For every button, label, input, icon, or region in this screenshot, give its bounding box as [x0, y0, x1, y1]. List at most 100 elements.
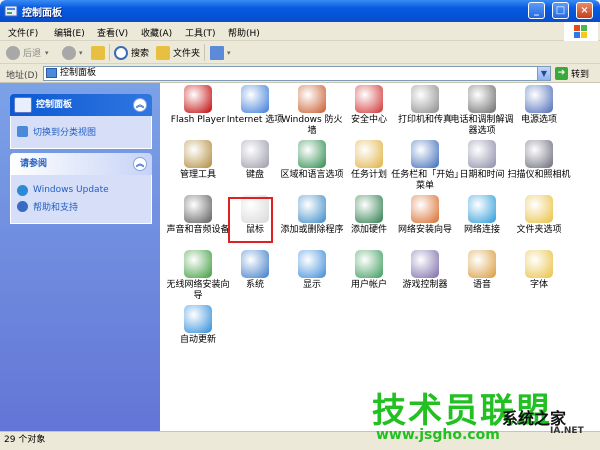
control-panel-icon	[46, 68, 57, 78]
help-support-link[interactable]: 帮助和支持	[17, 199, 145, 213]
link-label: 切换到分类视图	[33, 127, 97, 138]
watermark-tag2: IA.NET	[550, 426, 584, 436]
views-dropdown-icon: ▾	[227, 48, 231, 57]
panel-body: 切换到分类视图	[10, 116, 152, 149]
folder-options-icon	[525, 195, 553, 223]
up-folder-button[interactable]	[91, 44, 108, 61]
status-text: 29 个对象	[4, 435, 46, 445]
collapse-chevron-icon[interactable]: ︽	[133, 98, 147, 112]
menu-tools[interactable]: 工具(T)	[185, 26, 216, 39]
item-label: 文件夹选项	[516, 225, 562, 235]
flash-icon	[184, 85, 212, 113]
menu-view[interactable]: 查看(V)	[97, 26, 128, 39]
link-label: Windows Update	[33, 185, 109, 195]
windows-update-icon	[17, 184, 28, 196]
toolbar: 后退 ▾ ▾ 搜索 文件夹 ▾	[0, 41, 600, 64]
network-connections-icon	[468, 195, 496, 223]
back-label: 后退	[23, 49, 42, 59]
sound-icon	[184, 195, 212, 223]
scanner-camera-icon	[525, 140, 553, 168]
panel-header[interactable]: 控制面板 ︽	[10, 94, 152, 116]
watermark: 技术员联盟 www.jsgho.com 系统之家 IA.NET	[372, 383, 600, 445]
fonts-icon	[525, 250, 553, 278]
panel-header[interactable]: 请参阅 ︽	[10, 153, 152, 175]
auto-update-icon	[184, 305, 212, 333]
security-center-icon	[355, 85, 383, 113]
address-label: 地址(D)	[6, 71, 38, 81]
link-label: 帮助和支持	[33, 202, 79, 213]
forward-button[interactable]: ▾	[62, 44, 83, 61]
folder-icon	[156, 45, 170, 60]
watermark-url: www.jsgho.com	[376, 427, 500, 443]
item-label: 电源选项	[520, 115, 557, 125]
control-panel-item[interactable]: 自动更新	[164, 305, 232, 346]
menu-bar: 文件(F) 编辑(E) 查看(V) 收藏(A) 工具(T) 帮助(H)	[0, 22, 600, 41]
control-panel-icon	[14, 97, 32, 113]
item-label: 自动更新	[179, 335, 216, 345]
control-panel-item[interactable]: 文件夹选项	[505, 195, 573, 236]
keyboard-icon	[241, 140, 269, 168]
taskbar-icon	[411, 140, 439, 168]
control-panel-item[interactable]: 扫描仪和照相机	[505, 140, 573, 181]
up-folder-icon	[91, 45, 105, 60]
search-label: 搜索	[131, 49, 150, 59]
folders-label: 文件夹	[173, 49, 201, 59]
menu-edit[interactable]: 编辑(E)	[54, 26, 85, 39]
speech-icon	[468, 250, 496, 278]
panel-body: Windows Update 帮助和支持	[10, 175, 152, 224]
game-controller-icon	[411, 250, 439, 278]
system-icon	[241, 250, 269, 278]
add-hardware-icon	[355, 195, 383, 223]
address-bar: 地址(D) 控制面板 ▼ ➔ 转到	[0, 64, 600, 83]
minimize-button[interactable]: _	[528, 2, 545, 19]
control-panel-icon	[4, 4, 18, 18]
menu-help[interactable]: 帮助(H)	[228, 26, 260, 39]
search-button[interactable]: 搜索	[114, 44, 149, 61]
switch-category-view-link[interactable]: 切换到分类视图	[17, 124, 145, 138]
control-panel-panel: 控制面板 ︽ 切换到分类视图	[10, 94, 152, 149]
windows-logo-icon	[564, 22, 598, 41]
user-accounts-icon	[355, 250, 383, 278]
display-icon	[298, 250, 326, 278]
views-icon	[210, 45, 224, 60]
firewall-icon	[298, 85, 326, 113]
title-bar: 控制面板 _ □ ×	[0, 0, 600, 22]
panel-title: 请参阅	[20, 159, 48, 169]
task-pane: 控制面板 ︽ 切换到分类视图 请参阅 ︽ Windows Update 帮助和支…	[0, 83, 160, 431]
chevron-down-icon[interactable]: ▼	[537, 67, 550, 80]
views-button[interactable]: ▾	[210, 44, 231, 61]
go-button[interactable]: ➔ 转到	[555, 66, 589, 81]
item-label: 字体	[529, 280, 548, 290]
menu-file[interactable]: 文件(F)	[8, 26, 38, 39]
power-icon	[525, 85, 553, 113]
address-value: 控制面板	[60, 68, 97, 78]
back-arrow-icon	[6, 45, 20, 60]
back-dropdown-icon: ▾	[45, 48, 49, 57]
close-button[interactable]: ×	[576, 2, 593, 19]
address-input[interactable]: 控制面板 ▼	[43, 66, 551, 81]
windows-update-link[interactable]: Windows Update	[17, 183, 145, 197]
panel-title: 控制面板	[36, 100, 73, 110]
back-button[interactable]: 后退 ▾	[6, 44, 49, 61]
toolbar-divider	[109, 44, 110, 61]
control-panel-item[interactable]: 电源选项	[505, 85, 573, 126]
collapse-chevron-icon[interactable]: ︽	[133, 157, 147, 171]
category-view-icon	[17, 125, 28, 137]
datetime-icon	[468, 140, 496, 168]
internet-options-icon	[241, 85, 269, 113]
add-remove-icon	[298, 195, 326, 223]
wireless-icon	[184, 250, 212, 278]
folders-button[interactable]: 文件夹	[156, 44, 200, 61]
toolbar-divider	[204, 44, 205, 61]
highlight-box	[228, 197, 273, 243]
network-setup-icon	[411, 195, 439, 223]
search-icon	[114, 45, 128, 60]
maximize-button[interactable]: □	[552, 2, 569, 19]
control-panel-item[interactable]: 字体	[505, 250, 573, 291]
menu-favorites[interactable]: 收藏(A)	[141, 26, 172, 39]
forward-dropdown-icon: ▾	[79, 48, 83, 57]
printer-icon	[411, 85, 439, 113]
scheduled-tasks-icon	[355, 140, 383, 168]
item-label: 扫描仪和照相机	[507, 170, 571, 180]
window-title: 控制面板	[22, 8, 62, 19]
